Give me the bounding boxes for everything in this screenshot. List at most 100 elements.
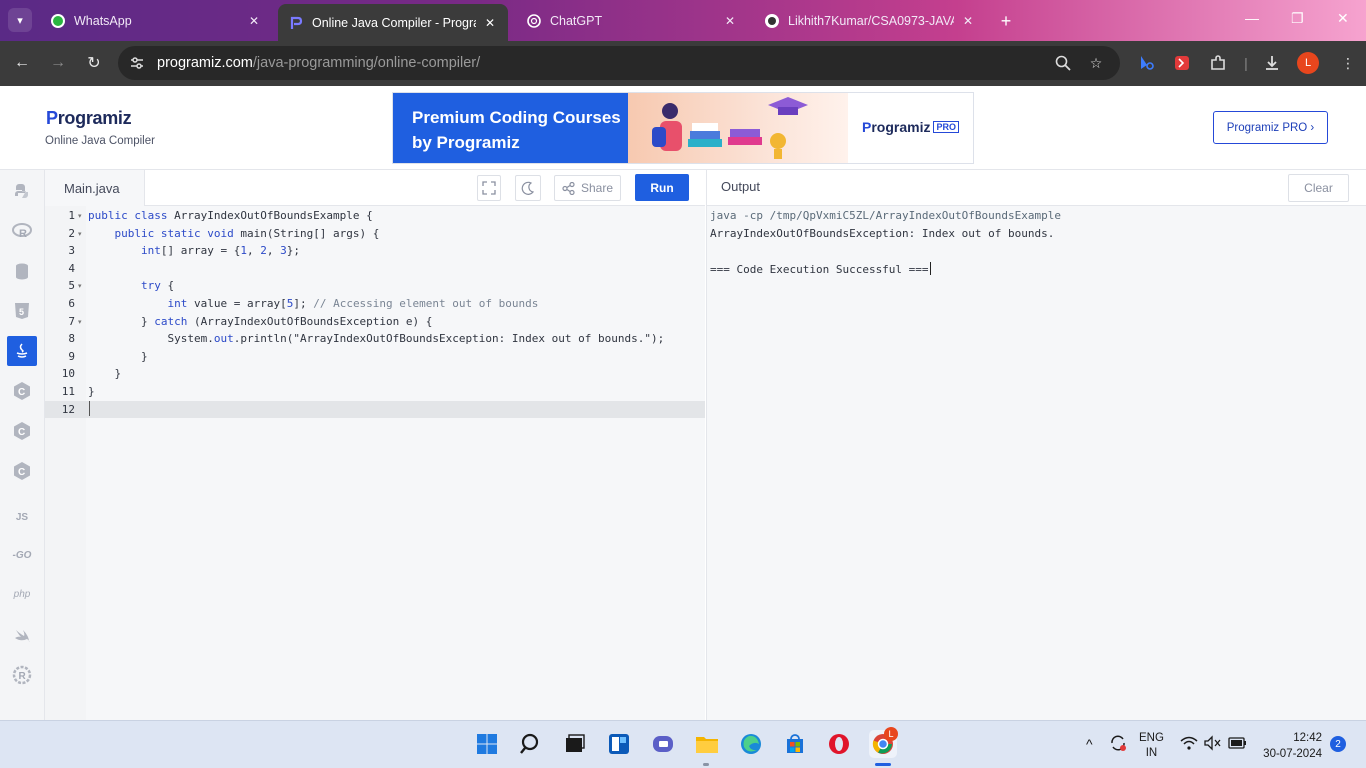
output-console[interactable]: java -cp /tmp/QpVxmiC5ZL/ArrayIndexOutOf… bbox=[706, 206, 1366, 720]
zoom-icon[interactable] bbox=[1053, 53, 1073, 73]
line-number: 12 bbox=[61, 403, 75, 416]
sql-icon[interactable] bbox=[7, 256, 37, 286]
store-icon[interactable] bbox=[781, 730, 809, 758]
rust-icon[interactable]: R bbox=[7, 660, 37, 690]
code-area[interactable] bbox=[86, 206, 705, 720]
share-button[interactable]: Share bbox=[554, 175, 621, 201]
new-tab-button[interactable]: + bbox=[994, 9, 1018, 33]
fold-marker-icon[interactable]: ▾ bbox=[78, 318, 82, 326]
clear-button[interactable]: Clear bbox=[1288, 174, 1349, 202]
go-icon[interactable]: -GO bbox=[7, 540, 37, 570]
teams-chat-icon[interactable] bbox=[649, 730, 677, 758]
banner-illustration bbox=[628, 93, 848, 163]
profile-avatar[interactable]: L bbox=[1297, 52, 1319, 74]
opera-icon[interactable] bbox=[825, 730, 853, 758]
close-icon[interactable]: ✕ bbox=[722, 14, 738, 28]
file-explorer-icon[interactable] bbox=[693, 730, 721, 758]
close-icon[interactable]: ✕ bbox=[482, 16, 498, 30]
language-indicator[interactable]: ENG IN bbox=[1139, 731, 1164, 761]
r-lang-icon[interactable]: R bbox=[7, 216, 37, 246]
close-icon[interactable]: ✕ bbox=[960, 14, 976, 28]
fold-marker-icon[interactable]: ▾ bbox=[78, 282, 82, 290]
run-button[interactable]: Run bbox=[635, 174, 689, 201]
battery-icon[interactable] bbox=[1228, 736, 1248, 753]
file-tab-main-java[interactable]: Main.java bbox=[45, 170, 145, 206]
extension-lens-icon[interactable] bbox=[1137, 53, 1157, 73]
html-icon[interactable]: 5 bbox=[7, 296, 37, 326]
js-icon[interactable]: JS bbox=[7, 502, 37, 532]
java-icon[interactable] bbox=[7, 336, 37, 366]
output-line: ArrayIndexOutOfBoundsException: Index ou… bbox=[710, 227, 1055, 240]
bookmark-star-icon[interactable]: ☆ bbox=[1086, 53, 1106, 73]
swift-icon[interactable] bbox=[7, 620, 37, 650]
active-app-indicator bbox=[875, 763, 891, 766]
reload-button[interactable]: ↻ bbox=[84, 53, 104, 73]
fold-marker-icon[interactable]: ▾ bbox=[78, 212, 82, 220]
close-icon[interactable]: ✕ bbox=[246, 14, 262, 28]
programiz-pro-button[interactable]: Programiz PRO › bbox=[1213, 111, 1328, 144]
url-host: programiz.com bbox=[157, 55, 253, 71]
volume-muted-icon[interactable] bbox=[1204, 735, 1222, 754]
code-editor[interactable]: 1 2 3 4 5 6 7 8 9 10 11 12 ▾ ▾ ▾ ▾ publi… bbox=[45, 206, 705, 720]
dark-mode-button[interactable] bbox=[515, 175, 541, 201]
code-line-2: public static void main(String[] args) { bbox=[114, 227, 380, 240]
address-bar[interactable]: programiz.com/java-programming/online-co… bbox=[118, 46, 1120, 80]
share-icon bbox=[562, 181, 575, 195]
tab-chatgpt[interactable]: ChatGPT ✕ bbox=[516, 6, 748, 35]
back-button[interactable]: ← bbox=[12, 53, 32, 73]
chrome-profile-badge: L bbox=[884, 727, 898, 741]
tab-whatsapp[interactable]: WhatsApp ✕ bbox=[40, 6, 272, 35]
restore-button[interactable]: ❐ bbox=[1291, 10, 1304, 27]
forward-button[interactable]: → bbox=[48, 53, 68, 73]
csharp-icon[interactable]: C bbox=[7, 456, 37, 486]
cpp-icon[interactable]: C bbox=[7, 416, 37, 446]
output-cursor bbox=[929, 262, 931, 275]
more-menu-icon[interactable]: ⋮ bbox=[1338, 53, 1358, 73]
output-title: Output bbox=[721, 179, 761, 194]
chevron-up-icon[interactable]: ^ bbox=[1086, 736, 1093, 752]
sync-icon[interactable] bbox=[1108, 733, 1128, 756]
wifi-icon[interactable] bbox=[1180, 736, 1198, 753]
minimize-button[interactable]: — bbox=[1245, 10, 1259, 26]
download-icon[interactable] bbox=[1262, 53, 1282, 73]
browser-tab-strip: ▾ WhatsApp ✕ Online Java Compiler - Prog… bbox=[0, 0, 1366, 41]
github-icon bbox=[764, 13, 780, 29]
task-view-icon[interactable] bbox=[561, 730, 589, 758]
code-line-1: public class ArrayIndexOutOfBoundsExampl… bbox=[88, 209, 373, 222]
fullscreen-button[interactable] bbox=[477, 175, 501, 201]
python-icon[interactable] bbox=[7, 176, 37, 206]
edge-icon[interactable] bbox=[737, 730, 765, 758]
line-number: 4 bbox=[68, 262, 75, 275]
tab-online-java-compiler[interactable]: Online Java Compiler - Program ✕ bbox=[278, 4, 508, 41]
programiz-icon bbox=[288, 15, 304, 31]
output-line: java -cp /tmp/QpVxmiC5ZL/ArrayIndexOutOf… bbox=[710, 209, 1061, 222]
extensions-puzzle-icon[interactable] bbox=[1208, 53, 1228, 73]
programiz-logo[interactable]: Programiz bbox=[46, 108, 132, 129]
fold-marker-icon[interactable]: ▾ bbox=[78, 230, 82, 238]
search-icon[interactable] bbox=[517, 730, 545, 758]
site-info-icon[interactable] bbox=[128, 54, 146, 72]
line-number: 3 bbox=[68, 244, 75, 257]
tab-search-button[interactable]: ▾ bbox=[8, 8, 32, 32]
tab-label: ChatGPT bbox=[550, 13, 603, 28]
widgets-icon[interactable] bbox=[605, 730, 633, 758]
c-icon[interactable]: C bbox=[7, 376, 37, 406]
line-number: 1 bbox=[68, 209, 75, 222]
extension-red-icon[interactable] bbox=[1172, 53, 1192, 73]
code-line-5: try { bbox=[140, 279, 175, 292]
editor-header: Main.java Share Run bbox=[45, 170, 705, 206]
line-number: 8 bbox=[68, 332, 75, 345]
tab-github[interactable]: Likhith7Kumar/CSA0973-JAVA ✕ bbox=[754, 6, 986, 35]
browser-toolbar: ← → ↻ programiz.com/java-programming/onl… bbox=[0, 41, 1366, 86]
php-icon[interactable]: php bbox=[7, 579, 37, 609]
close-window-button[interactable]: ✕ bbox=[1337, 10, 1349, 27]
code-line-9: } bbox=[140, 350, 148, 363]
line-number: 11 bbox=[61, 385, 75, 398]
clock-time: 12:42 bbox=[1293, 732, 1322, 744]
code-line-10: } bbox=[114, 367, 122, 380]
whatsapp-icon bbox=[50, 13, 66, 29]
promo-banner[interactable]: Premium Coding Courses by Programiz Prog… bbox=[392, 92, 974, 164]
clock[interactable]: 12:42 30-07-2024 bbox=[1260, 730, 1322, 762]
start-icon[interactable] bbox=[473, 730, 501, 758]
notification-badge[interactable]: 2 bbox=[1330, 736, 1346, 752]
